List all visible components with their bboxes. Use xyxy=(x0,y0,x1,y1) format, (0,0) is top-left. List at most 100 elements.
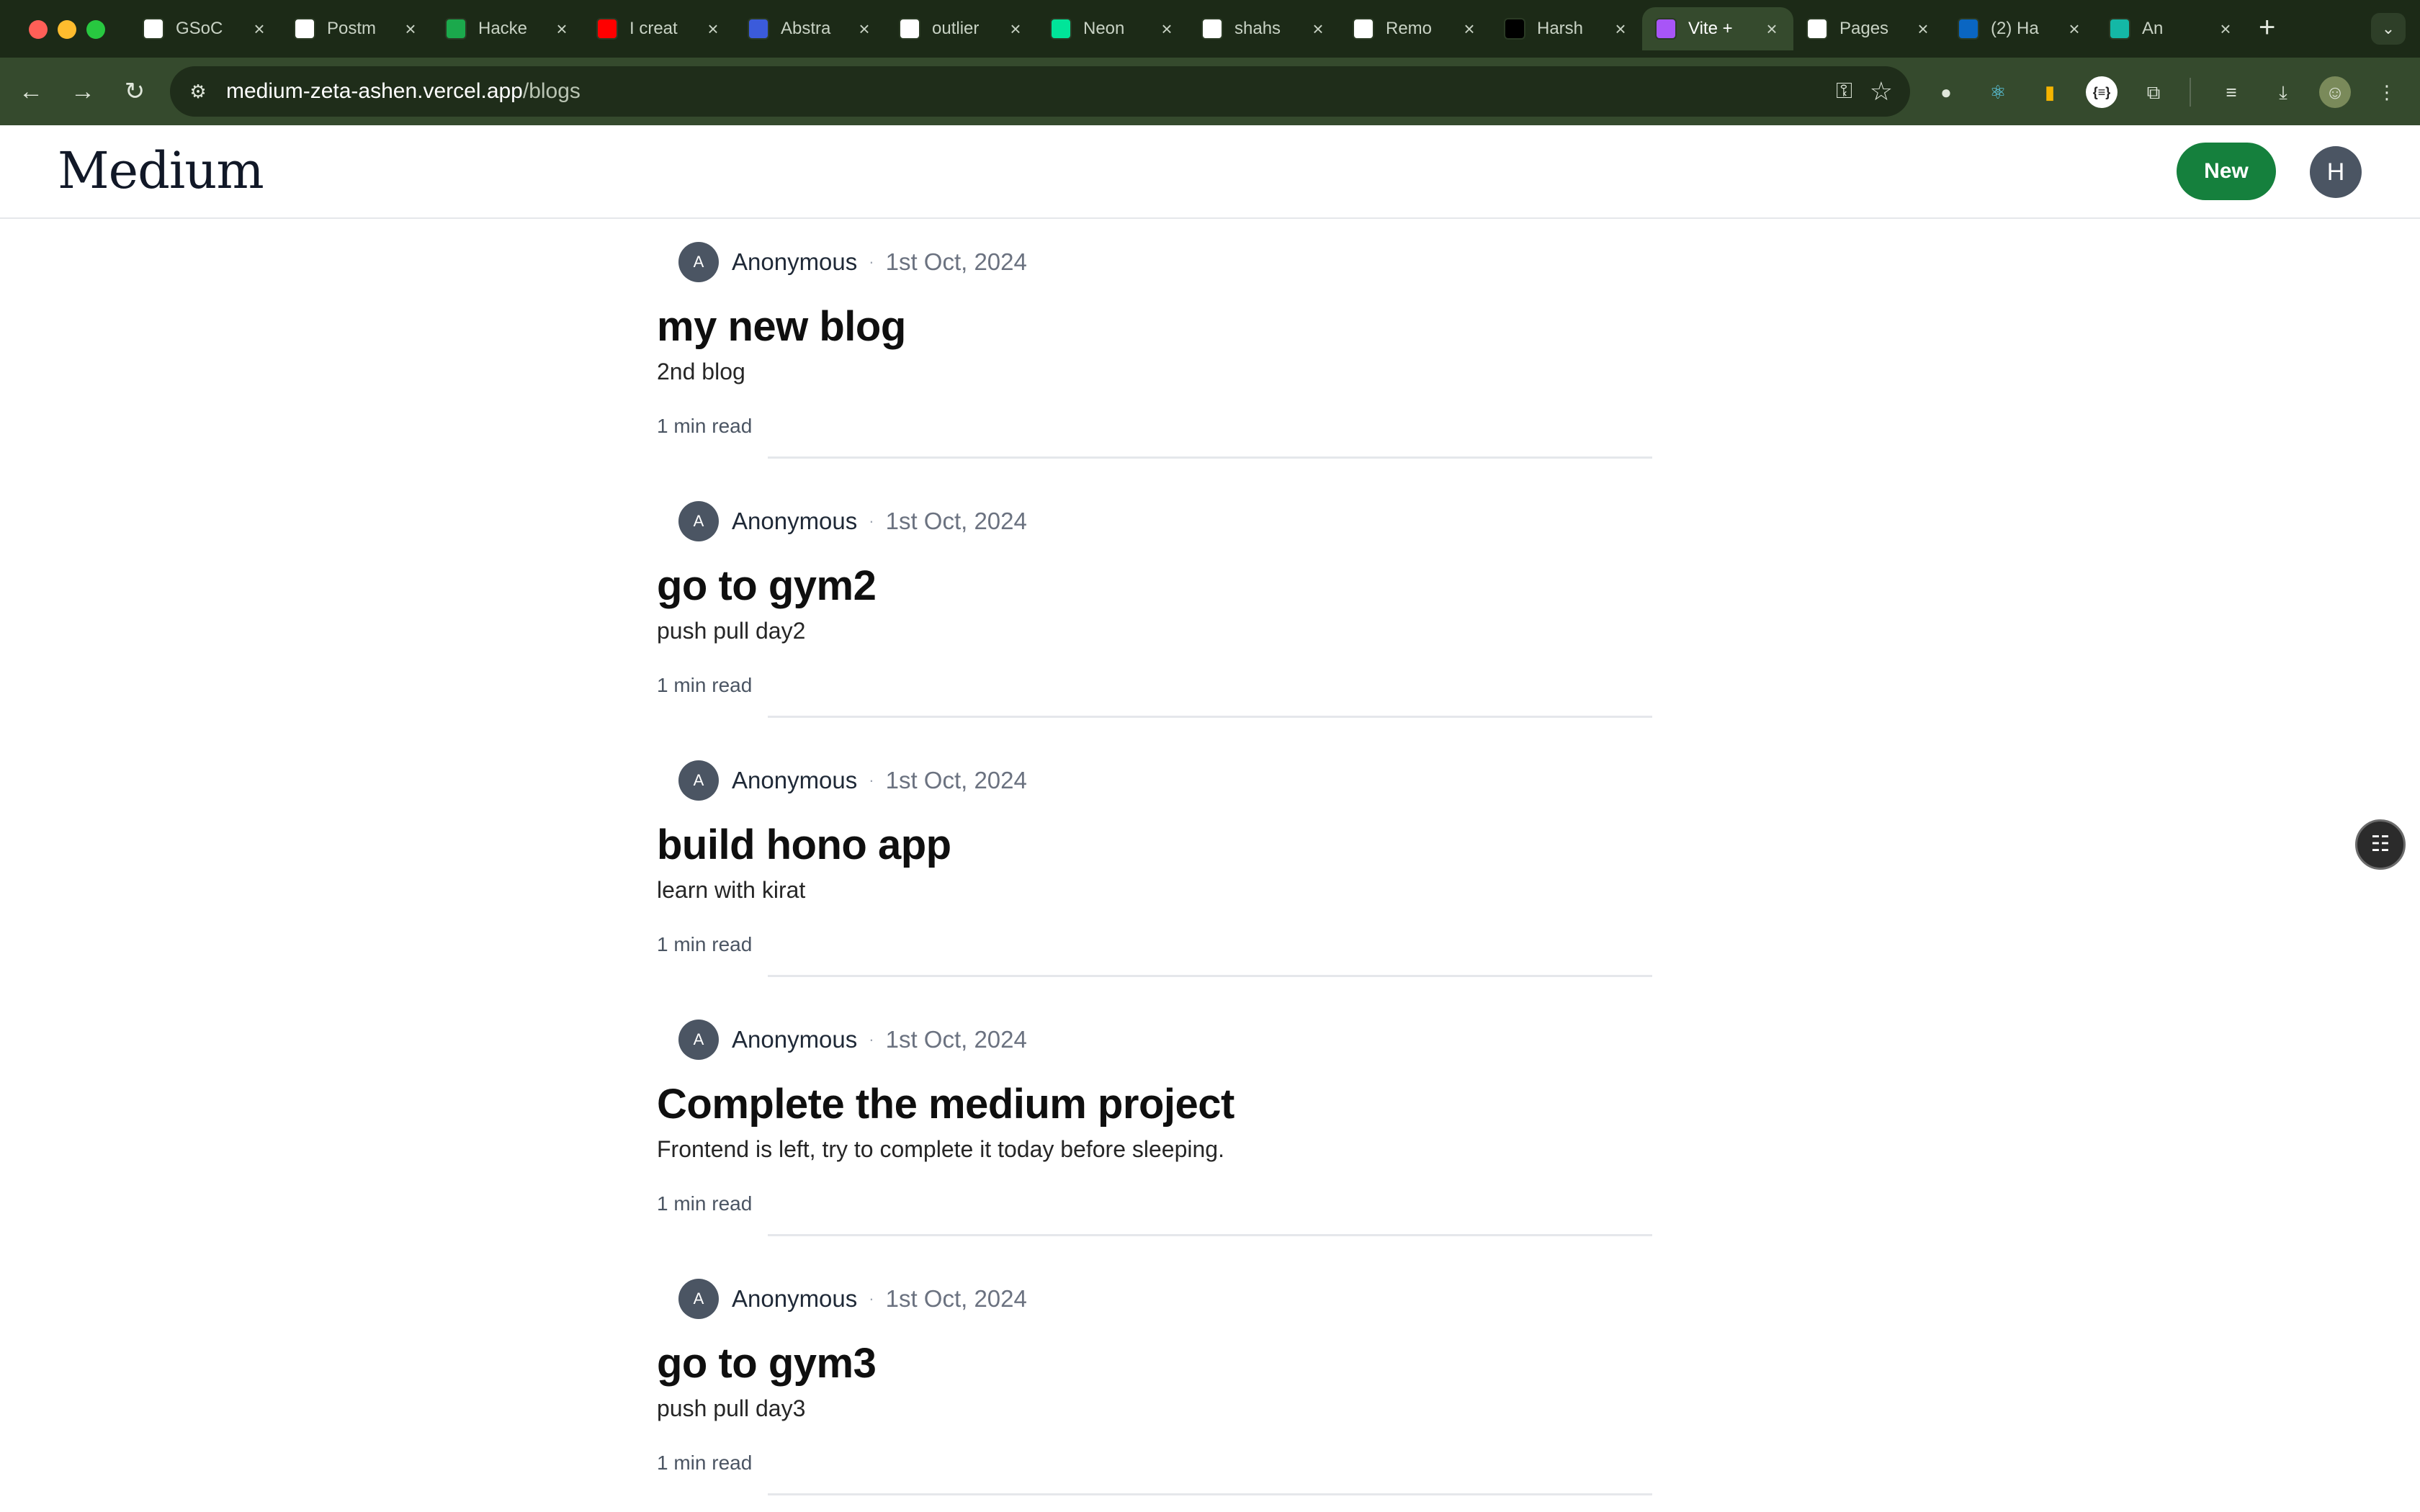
close-tab-icon[interactable]: × xyxy=(2217,18,2234,40)
youtube-icon xyxy=(596,18,618,40)
author-name: Anonymous xyxy=(732,767,858,793)
tab-search-chevron-icon[interactable]: ⌄ xyxy=(2371,13,2406,45)
extension-mouse-icon[interactable]: ● xyxy=(1930,76,1962,108)
minimize-window-button[interactable] xyxy=(58,20,76,39)
google-icon xyxy=(899,18,920,40)
neon-icon xyxy=(1050,18,1072,40)
browser-tab[interactable]: I creat × xyxy=(583,7,735,50)
browser-tab[interactable]: Remo × xyxy=(1340,7,1491,50)
post-divider xyxy=(768,456,1652,459)
close-tab-icon[interactable]: × xyxy=(251,18,268,40)
browser-tab-title: (2) Ha xyxy=(1991,19,2039,38)
new-tab-button[interactable]: + xyxy=(2259,13,2275,42)
post-divider xyxy=(768,1493,1652,1495)
medium-logo[interactable]: Medium xyxy=(58,141,264,200)
post-meta: A Anonymous · 1st Oct, 2024 xyxy=(678,501,1027,541)
close-window-button[interactable] xyxy=(29,20,48,39)
blog-card[interactable]: A Anonymous · 1st Oct, 2024 Complete the med… xyxy=(657,996,1652,1256)
extension-chart-icon[interactable]: ▮ xyxy=(2034,76,2066,108)
blog-card[interactable]: A Anonymous · 1st Oct, 2024 my new blog 2nd b… xyxy=(657,219,1652,478)
close-tab-icon[interactable]: × xyxy=(1763,18,1780,40)
post-title[interactable]: my new blog xyxy=(657,302,906,351)
extensions-puzzle-icon[interactable]: ⧉ xyxy=(2138,76,2169,108)
close-tab-icon[interactable]: × xyxy=(1914,18,1932,40)
address-url[interactable]: medium-zeta-ashen.vercel.app/blogs xyxy=(226,79,581,104)
close-tab-icon[interactable]: × xyxy=(856,18,873,40)
post-title[interactable]: Complete the medium project xyxy=(657,1080,1234,1128)
close-tab-icon[interactable]: × xyxy=(1612,18,1629,40)
post-title[interactable]: build hono app xyxy=(657,821,951,869)
blog-card[interactable]: A Anonymous · 1st Oct, 2024 build hono app le… xyxy=(657,737,1652,996)
post-excerpt: 2nd blog xyxy=(657,359,745,384)
post-meta: A Anonymous · 1st Oct, 2024 xyxy=(678,242,1027,282)
browser-tab[interactable]: (2) Ha × xyxy=(1945,7,2096,50)
browser-tab[interactable]: Harsh × xyxy=(1491,7,1642,50)
downloads-icon[interactable]: ⤓ xyxy=(2267,76,2299,108)
post-title[interactable]: go to gym3 xyxy=(657,1339,877,1387)
author-name: Anonymous xyxy=(732,1026,858,1053)
author-avatar: A xyxy=(678,760,719,801)
notion-icon xyxy=(143,18,164,40)
react-devtools-icon[interactable]: ⚛ xyxy=(1982,76,2014,108)
post-divider xyxy=(768,1234,1652,1236)
browser-tab[interactable]: outlier × xyxy=(886,7,1037,50)
close-tab-icon[interactable]: × xyxy=(1007,18,1024,40)
new-post-button[interactable]: New xyxy=(2177,143,2276,200)
close-tab-icon[interactable]: × xyxy=(553,18,570,40)
browser-tab[interactable]: Postm × xyxy=(281,7,432,50)
post-divider xyxy=(768,975,1652,977)
browser-tab[interactable]: Hacke × xyxy=(432,7,583,50)
browser-tab[interactable]: Neon × xyxy=(1037,7,1188,50)
post-divider xyxy=(768,716,1652,718)
browser-tab[interactable]: GSoC × xyxy=(130,7,281,50)
read-time: 1 min read xyxy=(657,1452,753,1474)
forward-arrow-icon[interactable]: → xyxy=(66,75,99,108)
browser-tab[interactable]: Pages × xyxy=(1793,7,1945,50)
author-name: Anonymous xyxy=(732,1285,858,1312)
close-tab-icon[interactable]: × xyxy=(1309,18,1327,40)
meta-separator: · xyxy=(869,1290,874,1308)
floating-widget-icon[interactable]: ☷ xyxy=(2355,819,2406,870)
extension-json-icon[interactable]: {≡} xyxy=(2086,76,2118,108)
browser-tab-title: GSoC xyxy=(176,19,223,38)
bookmark-star-icon[interactable]: ☆ xyxy=(1870,76,1893,107)
close-tab-icon[interactable]: × xyxy=(704,18,722,40)
post-excerpt: Frontend is left, try to complete it tod… xyxy=(657,1136,1224,1162)
browser-tab[interactable]: Vite + × xyxy=(1642,7,1793,50)
password-key-icon[interactable]: ⚿ xyxy=(1836,79,1852,104)
author-avatar: A xyxy=(678,1279,719,1319)
github-icon xyxy=(1201,18,1223,40)
meta-separator: · xyxy=(869,512,874,530)
post-title[interactable]: go to gym2 xyxy=(657,562,877,610)
maximize-window-button[interactable] xyxy=(86,20,105,39)
profile-avatar-icon[interactable]: ☺ xyxy=(2319,76,2351,108)
address-bar[interactable]: ⚙ medium-zeta-ashen.vercel.app/blogs ⚿ ☆ xyxy=(170,66,1910,117)
read-time: 1 min read xyxy=(657,1192,753,1215)
openai-icon xyxy=(1353,18,1374,40)
blog-card[interactable]: A Anonymous · 1st Oct, 2024 go to gym2 push p… xyxy=(657,478,1652,737)
author-avatar: A xyxy=(678,501,719,541)
chrome-menu-icon[interactable]: ⋮ xyxy=(2371,76,2403,108)
post-excerpt: push pull day3 xyxy=(657,1395,806,1421)
post-date: 1st Oct, 2024 xyxy=(885,1026,1027,1053)
browser-tabs: GSoC × Postm × Hacke × I creat × Abstra × outlier ×… xyxy=(130,7,2247,50)
author-avatar: A xyxy=(678,242,719,282)
site-settings-icon[interactable]: ⚙ xyxy=(186,79,210,104)
browser-tab-title: Vite + xyxy=(1688,19,1733,38)
back-arrow-icon[interactable]: ← xyxy=(14,75,48,108)
close-tab-icon[interactable]: × xyxy=(1461,18,1478,40)
meta-separator: · xyxy=(869,771,874,789)
close-tab-icon[interactable]: × xyxy=(1158,18,1175,40)
blog-card[interactable]: A Anonymous · 1st Oct, 2024 go to gym3 push p… xyxy=(657,1256,1652,1512)
browser-tab[interactable]: shahs × xyxy=(1188,7,1340,50)
reading-list-icon[interactable]: ≡ xyxy=(2215,76,2247,108)
app-header: Medium New H xyxy=(0,125,2420,219)
browser-tab[interactable]: Abstra × xyxy=(735,7,886,50)
close-tab-icon[interactable]: × xyxy=(402,18,419,40)
read-time: 1 min read xyxy=(657,674,753,696)
close-tab-icon[interactable]: × xyxy=(2066,18,2083,40)
reload-icon[interactable]: ↻ xyxy=(118,75,151,108)
user-avatar[interactable]: H xyxy=(2310,146,2362,198)
post-date: 1st Oct, 2024 xyxy=(885,508,1027,534)
browser-tab[interactable]: An × xyxy=(2096,7,2247,50)
